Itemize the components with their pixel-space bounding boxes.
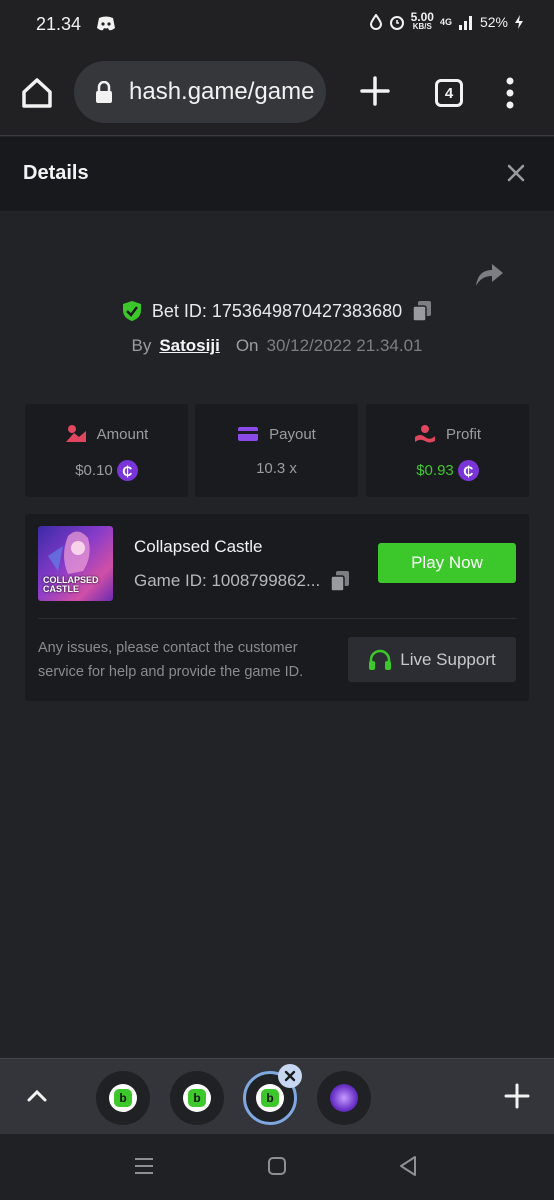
game-thumbnail[interactable]: COLLAPSED CASTLE xyxy=(38,526,113,601)
close-tab-icon[interactable] xyxy=(278,1064,302,1088)
card-icon xyxy=(238,427,259,441)
by-label: By xyxy=(131,336,152,355)
amount-icon xyxy=(65,425,86,442)
add-tab-icon[interactable] xyxy=(504,1083,530,1109)
new-tab-icon[interactable] xyxy=(358,74,392,108)
play-now-button[interactable]: Play Now xyxy=(378,543,516,583)
share-icon[interactable] xyxy=(474,262,504,288)
amount-label: Amount xyxy=(96,425,149,443)
url-text: hash.game/game xyxy=(129,78,315,105)
discord-icon xyxy=(97,16,115,31)
bet-id: Bet ID: 1753649870427383680 xyxy=(151,300,403,321)
net-speed-unit: KB/S xyxy=(412,22,432,31)
amount-value: $0.10 xyxy=(75,462,113,479)
live-support-button[interactable]: Live Support xyxy=(348,637,516,682)
tab-hash-game-1[interactable]: b xyxy=(96,1071,150,1125)
bet-date: 30/12/2022 21.34.01 xyxy=(266,336,423,355)
on-label: On xyxy=(235,336,259,355)
chevron-up-icon[interactable] xyxy=(26,1086,48,1104)
profit-card: Profit $0.93 ₵ xyxy=(366,404,529,497)
system-nav-bar xyxy=(0,1134,554,1200)
tab-switcher-button[interactable]: 4 xyxy=(435,79,463,107)
alarm-icon xyxy=(389,16,404,30)
headset-icon xyxy=(369,649,392,670)
game-thumb-title: COLLAPSED CASTLE xyxy=(43,575,99,594)
payout-value: 10.3 x xyxy=(256,460,297,477)
drop-icon xyxy=(369,14,382,30)
net-speed: 5.00 KB/S xyxy=(410,10,434,31)
game-card: COLLAPSED CASTLE Collapsed Castle Game I… xyxy=(25,514,529,701)
signal-icon xyxy=(458,16,472,30)
recents-icon[interactable] xyxy=(133,1156,155,1176)
game-id-row: Game ID: 1008799862... xyxy=(134,570,350,592)
payout-card: Payout 10.3 x xyxy=(195,404,358,497)
lock-icon xyxy=(96,81,112,103)
home-icon[interactable] xyxy=(18,74,56,112)
url-bar[interactable]: hash.game/game xyxy=(74,61,326,123)
live-support-label: Live Support xyxy=(400,649,496,669)
network-type: 4G xyxy=(439,17,452,27)
coin-icon: ₵ xyxy=(457,460,479,481)
coin-icon: ₵ xyxy=(116,460,138,481)
username-link[interactable]: Satosiji xyxy=(159,336,219,356)
support-info-text: Any issues, please contact the customer … xyxy=(38,640,304,680)
bet-id-row: Bet ID: 1753649870427383680 xyxy=(0,300,554,322)
home-nav-icon[interactable] xyxy=(267,1156,287,1176)
shield-check-icon xyxy=(122,301,141,321)
tab-other-site[interactable] xyxy=(317,1071,371,1125)
status-bar: 21.34 5.00 KB/S 4G 52% xyxy=(0,0,554,50)
copy-icon[interactable] xyxy=(330,570,350,592)
copy-icon[interactable] xyxy=(412,300,432,322)
back-icon[interactable] xyxy=(398,1155,418,1177)
hash-game-logo-icon: b xyxy=(261,1089,279,1107)
net-speed-value: 5.00 xyxy=(410,10,434,24)
battery-percent: 52% xyxy=(479,14,508,30)
payout-label: Payout xyxy=(269,425,316,443)
status-indicators: 5.00 KB/S 4G 52% xyxy=(369,10,524,31)
profit-label: Profit xyxy=(445,425,481,443)
game-name: Collapsed Castle xyxy=(134,537,263,556)
hash-game-logo-icon: b xyxy=(188,1089,206,1107)
browser-toolbar: hash.game/game 4 xyxy=(0,50,554,136)
tab-strip: b b b xyxy=(0,1058,554,1134)
divider xyxy=(38,618,516,619)
profit-icon xyxy=(414,425,435,443)
charging-icon xyxy=(515,15,523,29)
amount-card: Amount $0.10 ₵ xyxy=(25,404,188,497)
tab-hash-game-2[interactable]: b xyxy=(170,1071,224,1125)
by-row: By Satosiji On 30/12/2022 21.34.01 xyxy=(0,336,554,356)
details-header: Details xyxy=(0,137,554,211)
site-logo-icon xyxy=(330,1084,358,1112)
game-id: Game ID: 1008799862... xyxy=(134,571,321,590)
status-time: 21.34 xyxy=(36,14,82,34)
profit-value: $0.93 xyxy=(416,462,454,479)
hash-game-logo-icon: b xyxy=(114,1089,132,1107)
page-title: Details xyxy=(23,162,89,184)
close-icon[interactable] xyxy=(506,163,526,183)
more-menu-icon[interactable] xyxy=(503,77,517,109)
